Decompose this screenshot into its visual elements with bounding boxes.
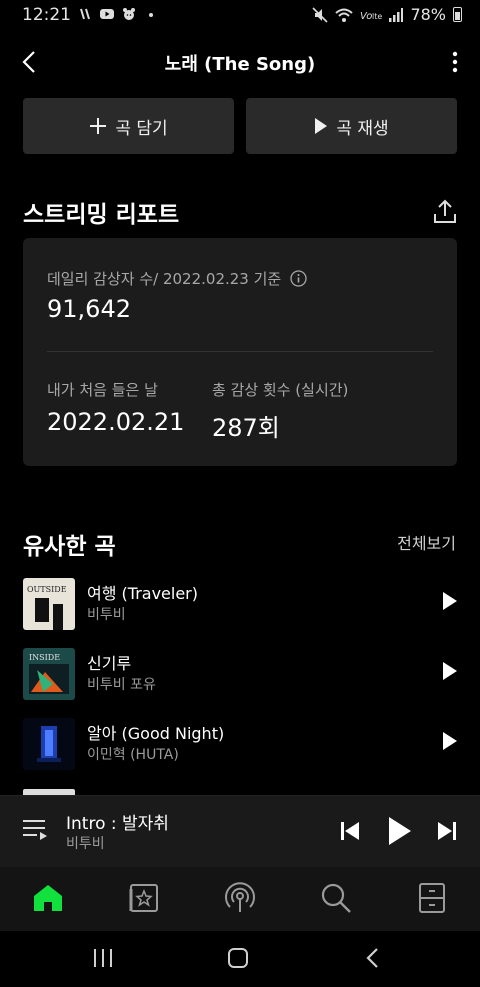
top-bar: 노래 (The Song)	[0, 40, 480, 84]
streaming-report-card: 데일리 감상자 수/ 2022.02.23 기준 91,642 내가 처음 들은…	[23, 238, 457, 466]
song-list-item[interactable]: INSIDE 신기루 비투비 포유	[0, 643, 480, 703]
similar-section-title: 유사한 곡	[23, 534, 116, 560]
home-nav-icon[interactable]	[227, 947, 249, 969]
more-options-icon[interactable]	[450, 48, 460, 76]
share-icon[interactable]	[432, 198, 458, 226]
home-icon[interactable]	[31, 881, 65, 915]
back-nav-icon[interactable]	[364, 947, 382, 969]
mute-icon	[312, 6, 329, 23]
album-art: OUTSIDE	[23, 578, 75, 630]
svg-text:lte: lte	[372, 12, 382, 21]
song-list-item[interactable]: 알아 (Good Night) 이민혁 (HUTA)	[0, 713, 480, 773]
recent-apps-icon[interactable]	[92, 947, 114, 969]
song-artist: 비투비	[87, 607, 126, 623]
song-artist: 이민혁 (HUTA)	[87, 747, 179, 763]
system-navigation-bar	[0, 931, 480, 987]
album-text: INSIDE	[29, 653, 60, 662]
library-icon[interactable]	[127, 881, 161, 915]
song-title: 여행 (Traveler)	[87, 584, 198, 603]
daily-listeners-label-text: 데일리 감상자 수/ 2022.02.23 기준	[47, 270, 282, 288]
report-divider	[47, 351, 433, 352]
dot-icon	[149, 13, 153, 17]
plus-icon	[90, 118, 107, 134]
play-button-label: 곡 재생	[336, 118, 389, 139]
bear-app-icon	[123, 8, 135, 20]
play-icon[interactable]	[442, 661, 458, 681]
first-listen-label: 내가 처음 들은 날	[47, 381, 158, 399]
info-icon[interactable]	[290, 270, 307, 287]
play-icon[interactable]	[442, 591, 458, 611]
report-section-title: 스트리밍 리포트	[23, 202, 180, 228]
add-button-label: 곡 담기	[115, 118, 168, 139]
next-icon[interactable]	[437, 816, 457, 846]
battery-percent: 78%	[410, 5, 446, 24]
menu-icon[interactable]	[415, 881, 449, 915]
signal-icon	[389, 7, 404, 22]
album-text: OUTSIDE	[27, 585, 67, 594]
podcast-icon[interactable]	[223, 881, 257, 915]
volte-icon: Vo lte	[360, 11, 382, 22]
svg-text:Vo: Vo	[360, 11, 372, 22]
status-time: 12:21	[22, 5, 71, 25]
song-title: 신기루	[87, 654, 132, 673]
page-title: 노래 (The Song)	[164, 54, 316, 75]
see-all-link[interactable]: 전체보기	[397, 530, 456, 554]
previous-icon[interactable]	[340, 816, 360, 846]
mini-player[interactable]: Intro : 발자취 비투비	[0, 795, 480, 867]
total-plays-label: 총 감상 횟수 (실시간)	[212, 381, 349, 399]
album-art	[23, 718, 75, 770]
play-icon[interactable]	[387, 815, 413, 847]
wifi-icon	[335, 8, 354, 22]
daily-listeners-label: 데일리 감상자 수/ 2022.02.23 기준	[47, 268, 307, 289]
song-title: 알아 (Good Night)	[87, 724, 225, 743]
song-list-item[interactable]: OUTSIDE 여행 (Traveler) 비투비	[0, 573, 480, 633]
total-plays-value: 287회	[212, 414, 280, 442]
first-listen-value: 2022.02.21	[47, 408, 185, 436]
battery-icon	[453, 7, 462, 22]
song-artist: 비투비 포유	[87, 677, 156, 693]
now-playing-title: Intro : 발자취	[66, 814, 169, 834]
bottom-tab-bar	[0, 867, 480, 931]
status-bar: 12:21 Vo lte 78%	[0, 0, 480, 32]
daily-listeners-value: 91,642	[47, 295, 131, 323]
add-to-playlist-button[interactable]: 곡 담기	[23, 98, 234, 154]
notification-icon	[80, 8, 90, 20]
play-icon	[315, 118, 328, 134]
youtube-icon	[100, 9, 114, 19]
album-art: INSIDE	[23, 648, 75, 700]
play-icon[interactable]	[442, 731, 458, 751]
playlist-queue-icon[interactable]	[22, 818, 48, 842]
search-icon[interactable]	[319, 881, 353, 915]
now-playing-artist: 비투비	[66, 836, 105, 852]
play-song-button[interactable]: 곡 재생	[246, 98, 457, 154]
